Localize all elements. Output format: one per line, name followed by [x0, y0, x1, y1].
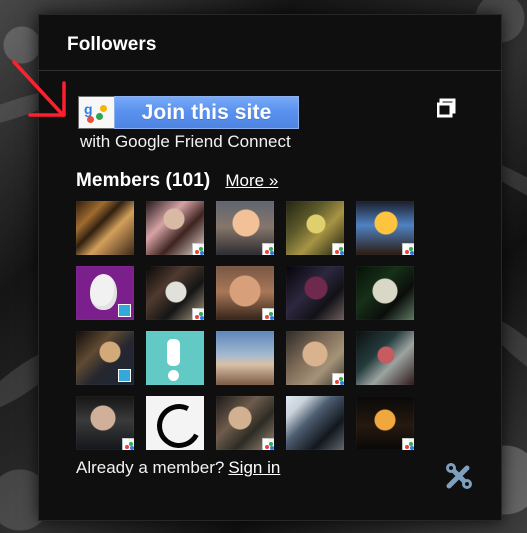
google-badge-icon [332, 243, 344, 255]
google-badge-icon [192, 243, 204, 255]
member-avatar[interactable] [146, 201, 204, 255]
members-header: Members (101) More » [76, 170, 278, 192]
member-avatar[interactable] [286, 396, 344, 450]
member-avatar[interactable] [356, 331, 414, 385]
google-badge-icon [122, 438, 134, 450]
google-badge-icon [192, 308, 204, 320]
member-avatar[interactable] [146, 331, 204, 385]
google-g-icon: g [84, 101, 93, 117]
more-members-link[interactable]: More » [225, 171, 278, 191]
member-avatar[interactable] [216, 396, 274, 450]
google-badge-icon [332, 373, 344, 385]
member-avatar[interactable] [76, 201, 134, 255]
member-avatar[interactable] [356, 266, 414, 320]
join-this-site-button[interactable]: Join this site [114, 96, 299, 129]
members-count-title: Members (101) [76, 170, 211, 191]
title-divider [39, 70, 501, 71]
google-badge-icon [262, 438, 274, 450]
friend-icon [100, 105, 107, 112]
widget-title: Followers [67, 34, 157, 55]
member-avatar[interactable] [76, 331, 134, 385]
sign-in-link[interactable]: Sign in [228, 458, 280, 478]
egg-avatar-icon [90, 274, 117, 310]
google-badge-icon [402, 243, 414, 255]
member-grid [76, 201, 416, 450]
member-avatar[interactable] [216, 331, 274, 385]
facebook-icon [118, 369, 131, 382]
member-avatar[interactable] [286, 266, 344, 320]
member-avatar[interactable] [76, 266, 134, 320]
google-friend-connect-caption: with Google Friend Connect [80, 132, 291, 151]
member-avatar[interactable] [286, 331, 344, 385]
member-avatar[interactable] [146, 266, 204, 320]
member-avatar[interactable] [356, 396, 414, 450]
member-avatar[interactable] [76, 396, 134, 450]
member-avatar[interactable] [286, 201, 344, 255]
google-badge-icon [262, 308, 274, 320]
member-avatar[interactable] [216, 201, 274, 255]
twitter-icon [118, 304, 131, 317]
google-badge-icon [402, 438, 414, 450]
screenshot-stage: Followers g Join this site with Google F… [0, 0, 527, 533]
join-site-control[interactable]: g Join this site [78, 96, 299, 131]
enso-avatar-icon [151, 398, 204, 450]
member-sign-in-row: Already a member? Sign in [76, 458, 280, 478]
member-avatar[interactable] [146, 396, 204, 450]
tools-icon[interactable] [441, 460, 475, 494]
friend-icon [87, 116, 94, 123]
member-avatar[interactable] [216, 266, 274, 320]
google-friend-connect-icon: g [78, 96, 114, 129]
member-avatar[interactable] [356, 201, 414, 255]
google-badge-icon [262, 243, 274, 255]
exclamation-avatar-icon [167, 339, 180, 381]
red-arrow-icon [12, 60, 66, 117]
followers-widget: Followers g Join this site with Google F… [12, 14, 502, 521]
open-window-icon[interactable] [437, 97, 459, 119]
friend-icon [96, 113, 103, 120]
already-member-text: Already a member? [76, 458, 225, 477]
